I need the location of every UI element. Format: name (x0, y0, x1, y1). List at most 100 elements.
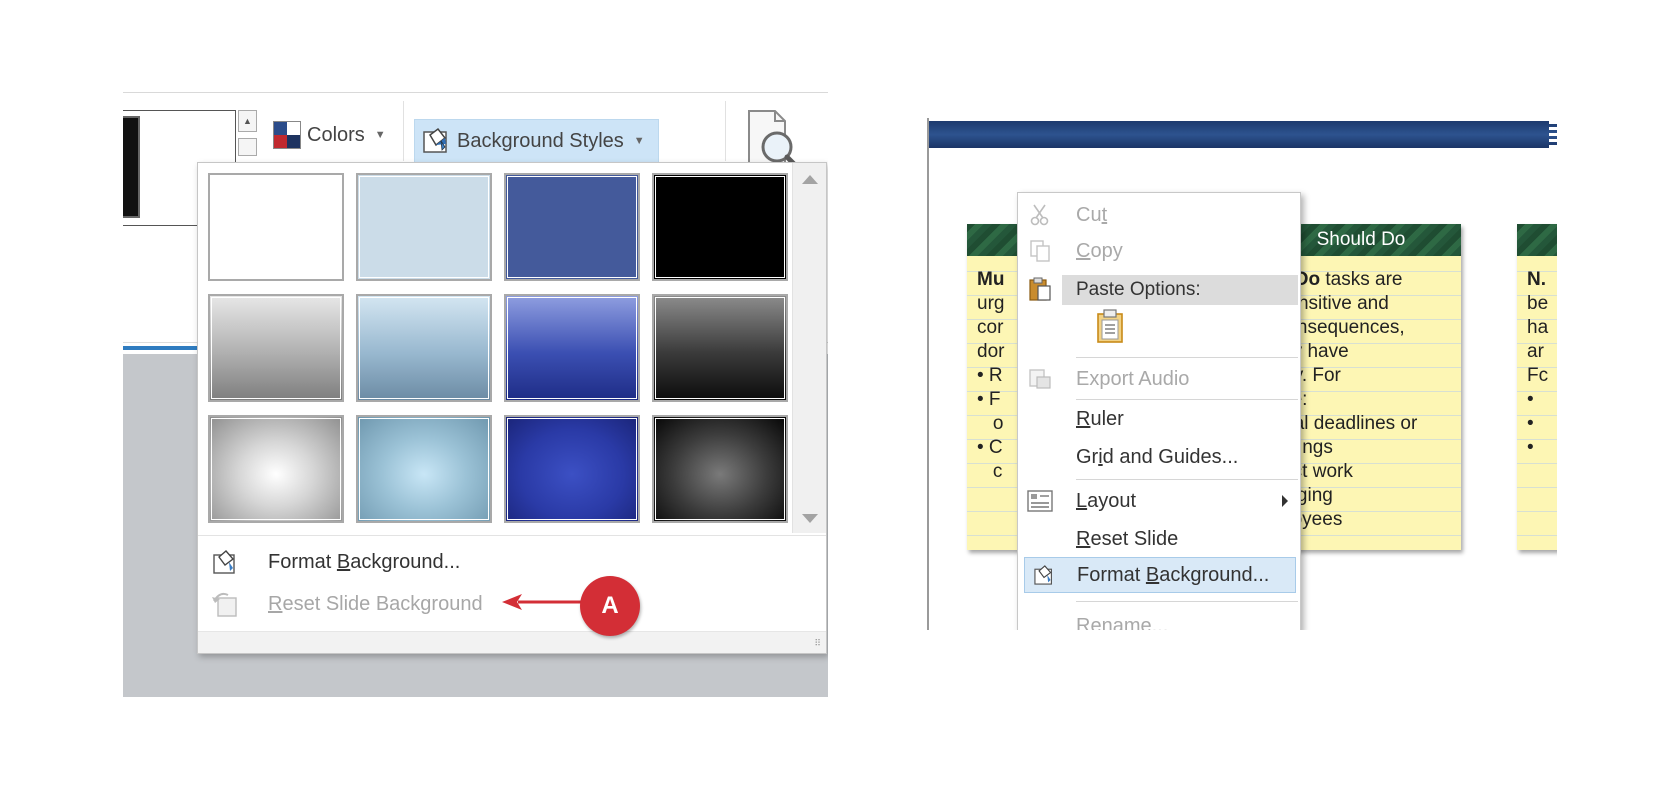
grid-and-guides-label: Grid and Guides... (1076, 446, 1238, 469)
gallery-scrollbar[interactable] (792, 163, 826, 533)
reset-slide-label: Reset Slide (1076, 528, 1178, 551)
label-text: Cu (1076, 203, 1102, 226)
format-background-menu-item[interactable]: Format Background... (208, 544, 460, 580)
note-header (1517, 224, 1557, 256)
copy-menu-item[interactable]: Copy (1018, 233, 1300, 269)
export-audio-menu-item[interactable]: Export Audio (1018, 361, 1300, 397)
label-text: eset Slide (1090, 527, 1179, 550)
format-background-menu-item[interactable]: Format Background... (1024, 557, 1296, 593)
background-styles-panel: ▲ Colors ▼ Background Styles ▼ Format Ba… (123, 92, 828, 697)
color-palette-icon (273, 121, 301, 149)
format-background-icon (213, 550, 235, 574)
note-line: Fc (1527, 365, 1549, 386)
label-text: uler (1090, 407, 1124, 430)
format-background-icon (1025, 562, 1063, 588)
background-style-swatch[interactable] (356, 173, 492, 281)
theme-thumbnail-preview (123, 116, 140, 218)
background-style-swatch[interactable] (208, 173, 344, 281)
ribbon: ▲ Colors ▼ Background Styles ▼ (123, 92, 828, 226)
background-style-swatch[interactable] (208, 294, 344, 402)
resize-grip-icon[interactable]: ⠿ (814, 638, 821, 649)
colors-button[interactable]: Colors ▼ (273, 120, 386, 150)
layout-icon (1018, 490, 1062, 512)
format-background-label: Format Background... (1077, 564, 1269, 587)
background-style-swatch[interactable] (504, 415, 640, 523)
access-key: B (336, 550, 351, 573)
ruler-label: Ruler (1076, 408, 1124, 431)
gallery-scroll-up-button[interactable]: ▲ (238, 110, 257, 132)
menu-separator (1076, 479, 1298, 480)
cut-menu-item[interactable]: Cut (1018, 197, 1300, 233)
paste-icon (1018, 276, 1062, 302)
clipboard-icon (1097, 309, 1123, 343)
access-key: R (1076, 527, 1091, 550)
note-line: • (1527, 413, 1534, 434)
label-text: Gr (1076, 445, 1099, 468)
label-text: ackground... (350, 550, 461, 573)
background-style-swatch[interactable] (356, 294, 492, 402)
background-style-swatch[interactable] (504, 173, 640, 281)
paste-options-header: Paste Options: (1062, 275, 1298, 305)
note-card-nice-to-do: N. be ha ar Fc • • • (1517, 224, 1557, 550)
context-menu: Cut Copy Paste Options: Export Audio Rul… (1017, 192, 1301, 630)
reset-slide-menu-item[interactable]: Reset Slide (1018, 521, 1300, 557)
label-text: ackground... (1159, 563, 1270, 586)
slide-title-bar (929, 121, 1557, 148)
background-style-swatch[interactable] (652, 415, 788, 523)
slide-context-menu-panel: Mu urg cor dor • R • F o • C c Should Do… (927, 118, 1557, 630)
background-style-swatch[interactable] (652, 173, 788, 281)
slide-edge (927, 118, 929, 630)
callout-badge: A (580, 576, 640, 636)
access-key: R (1076, 407, 1091, 430)
ribbon-separator (403, 101, 404, 161)
note-body: N. be ha ar Fc • • • (1527, 268, 1557, 460)
label-text: opy (1090, 239, 1123, 262)
format-background-label: Format Background... (268, 551, 460, 574)
chevron-down-icon: ▼ (633, 135, 645, 147)
note-line: ha (1527, 317, 1549, 338)
menu-separator (1076, 601, 1298, 602)
background-style-swatch[interactable] (504, 294, 640, 402)
note-line: • (1527, 437, 1534, 458)
layout-label: Layout (1076, 490, 1136, 513)
chevron-right-icon (1282, 495, 1288, 507)
scissors-icon (1018, 203, 1062, 227)
menu-separator (1076, 357, 1298, 358)
label-text: ayout (1087, 489, 1137, 512)
access-key: t (1101, 203, 1108, 226)
paint-bucket-icon (423, 127, 447, 153)
scroll-down-arrow-icon[interactable] (802, 514, 818, 523)
ruler-menu-item[interactable]: Ruler (1018, 401, 1300, 437)
chevron-down-icon: ▼ (374, 129, 386, 141)
note-line: ar (1527, 341, 1544, 362)
gallery-scroll-down-button[interactable] (238, 138, 257, 156)
background-style-swatch[interactable] (208, 415, 344, 523)
access-key: R (268, 592, 283, 615)
torn-edge (1549, 121, 1557, 148)
ribbon-separator (725, 101, 726, 161)
reset-background-icon (212, 592, 237, 617)
cut-label: Cut (1076, 204, 1107, 227)
layout-menu-item[interactable]: Layout (1018, 483, 1300, 519)
grid-and-guides-menu-item[interactable]: Grid and Guides... (1018, 439, 1300, 475)
dropdown-footer: ⠿ (198, 631, 826, 653)
access-key: L (1076, 489, 1088, 512)
background-style-swatch[interactable] (356, 415, 492, 523)
note-line: be (1527, 293, 1549, 314)
reset-slide-background-label: Reset Slide Background (268, 593, 483, 616)
copy-icon (1018, 239, 1062, 263)
reset-slide-background-menu-item[interactable]: Reset Slide Background (208, 586, 483, 622)
export-audio-icon (1018, 367, 1062, 391)
rename-menu-item[interactable]: Rename... (1018, 605, 1300, 631)
label-text: d and Guides... (1102, 445, 1239, 468)
background-styles-button[interactable]: Background Styles ▼ (414, 119, 659, 163)
access-key: C (1076, 239, 1091, 262)
export-audio-label: Export Audio (1076, 367, 1190, 390)
label-text: Format (1077, 563, 1146, 586)
selection-indicator (123, 346, 203, 350)
magnifier-icon[interactable] (741, 103, 803, 169)
background-styles-label: Background Styles (457, 129, 624, 152)
background-style-swatch[interactable] (652, 294, 788, 402)
scroll-up-arrow-icon[interactable] (802, 175, 818, 184)
paste-keep-formatting-button[interactable] (1096, 309, 1124, 349)
